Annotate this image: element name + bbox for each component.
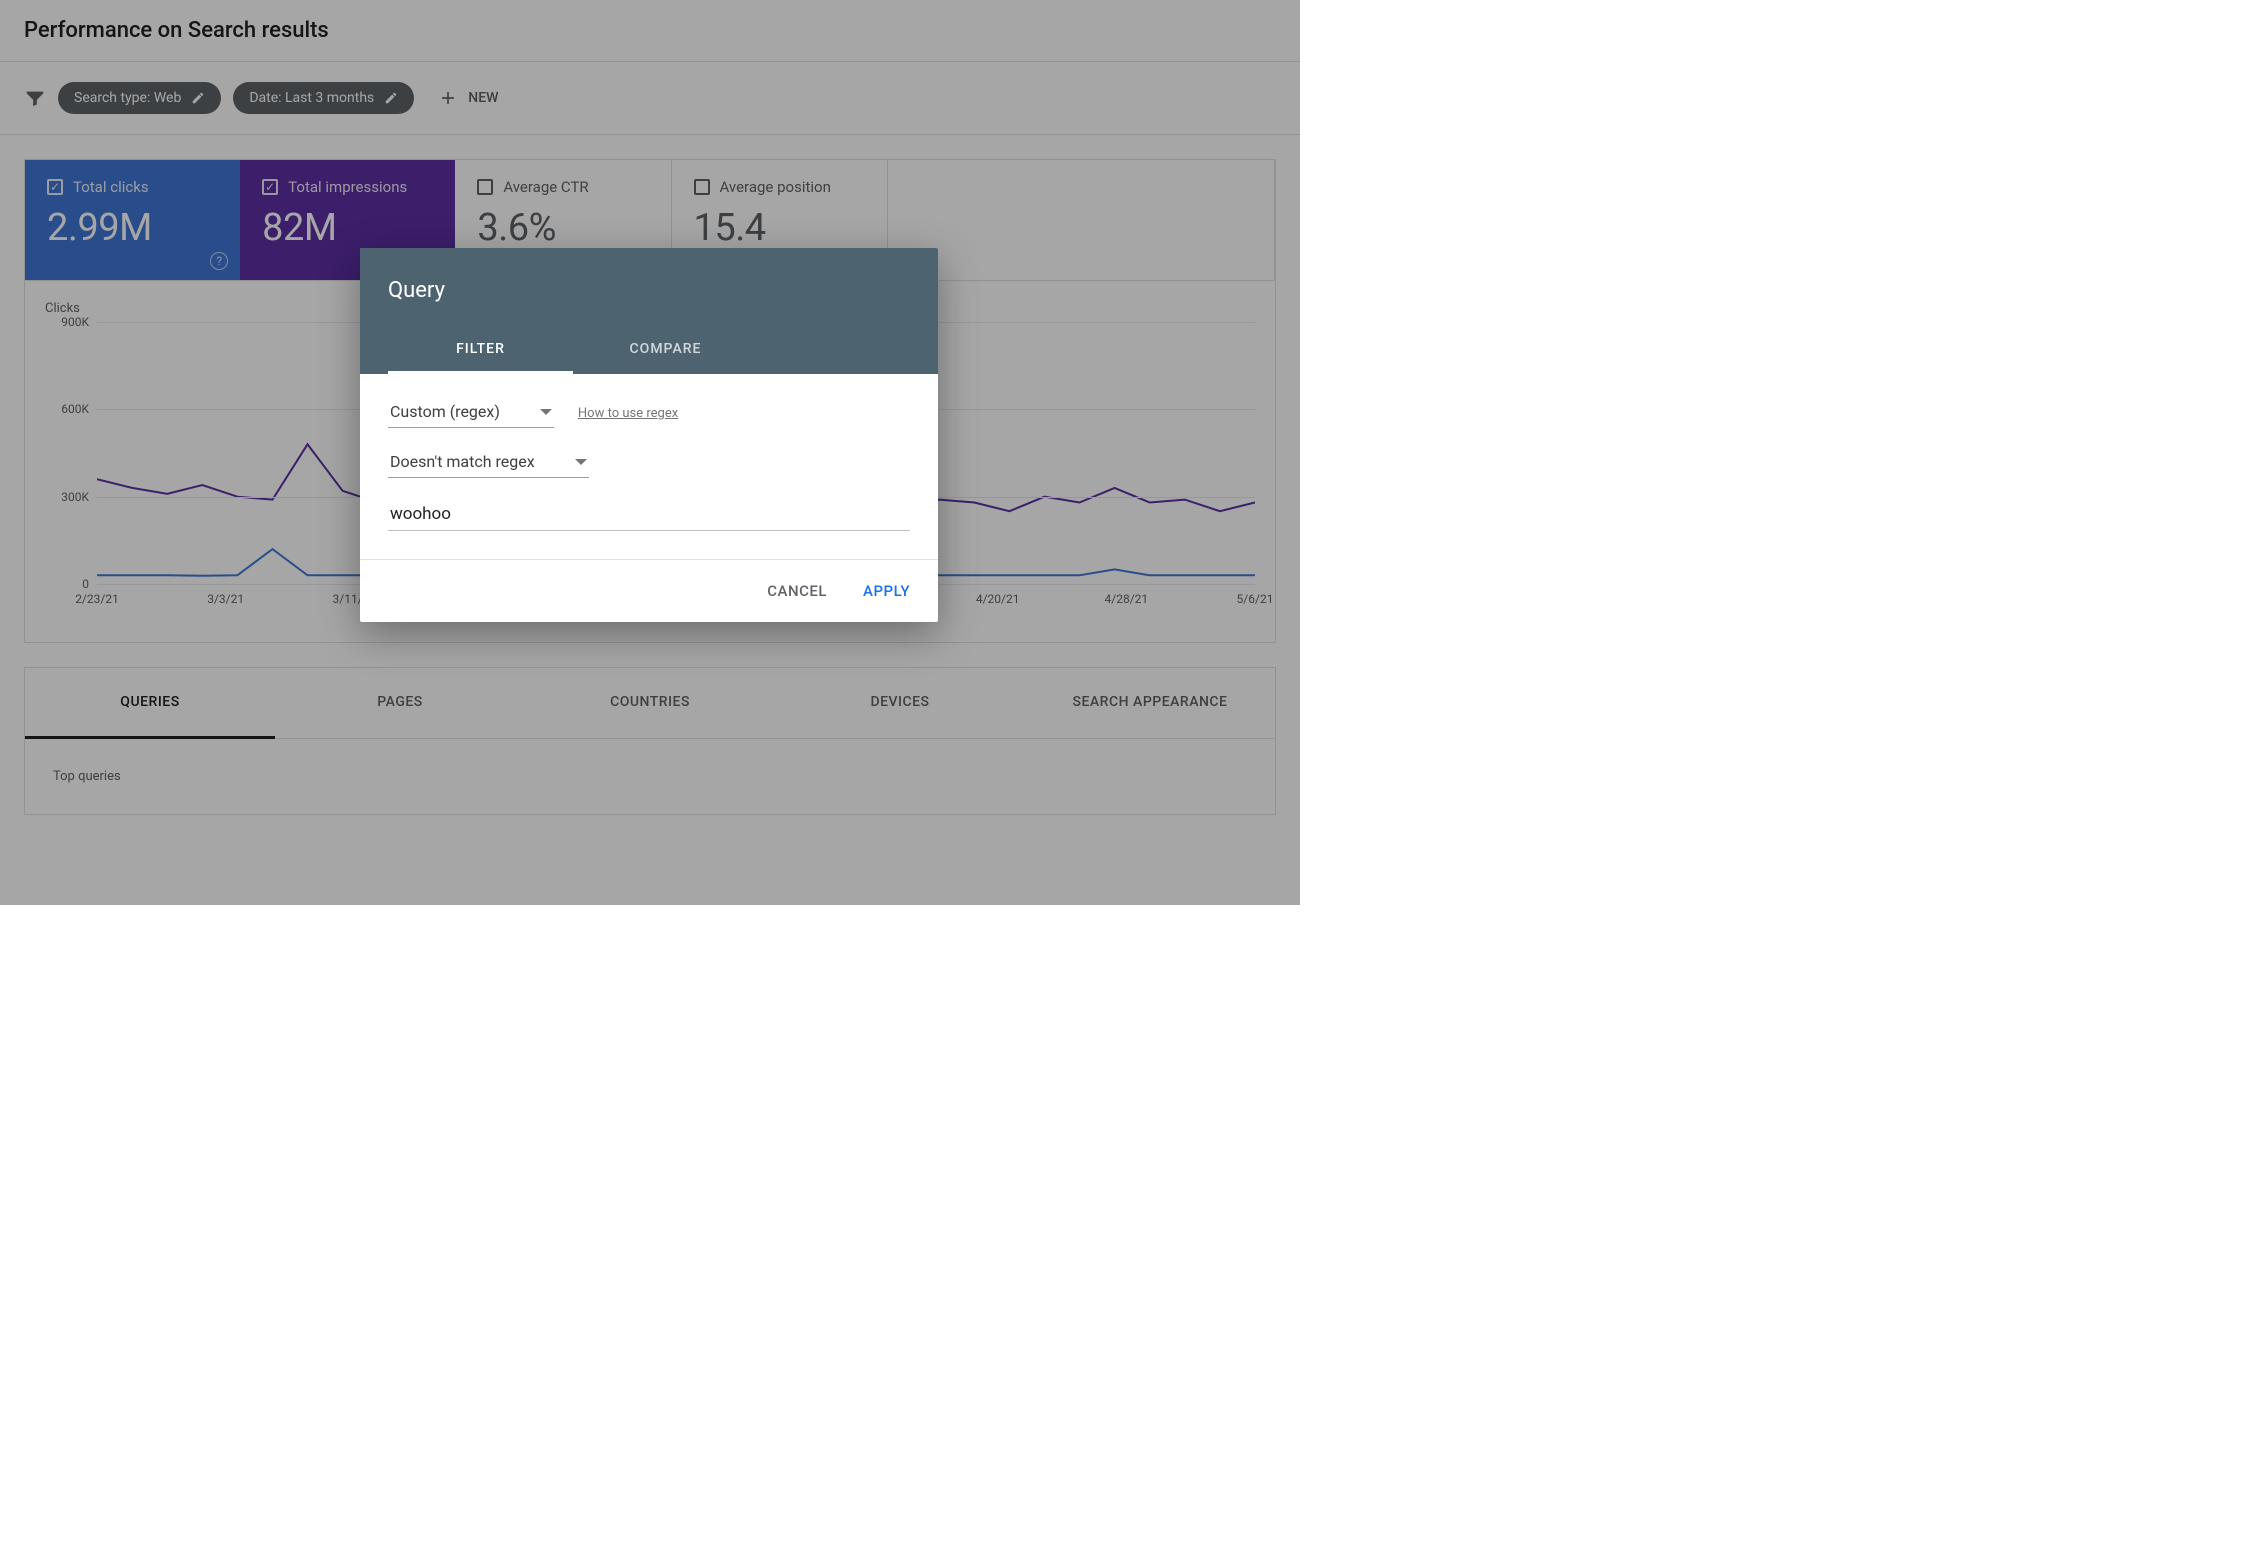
select-value: Doesn't match regex: [390, 452, 535, 471]
filter-mode-select[interactable]: Custom (regex): [388, 398, 554, 428]
regex-help-link[interactable]: How to use regex: [578, 406, 678, 421]
tab-filter[interactable]: FILTER: [388, 327, 573, 374]
match-mode-select[interactable]: Doesn't match regex: [388, 448, 589, 478]
regex-input[interactable]: [388, 498, 910, 531]
apply-button[interactable]: APPLY: [859, 576, 914, 606]
select-value: Custom (regex): [390, 402, 500, 421]
cancel-button[interactable]: CANCEL: [763, 576, 831, 606]
query-filter-dialog: Query FILTER COMPARE Custom (regex) How …: [360, 248, 938, 622]
tab-compare[interactable]: COMPARE: [573, 327, 758, 374]
dropdown-triangle-icon: [575, 459, 587, 465]
dropdown-triangle-icon: [540, 409, 552, 415]
dialog-title: Query: [388, 278, 910, 303]
